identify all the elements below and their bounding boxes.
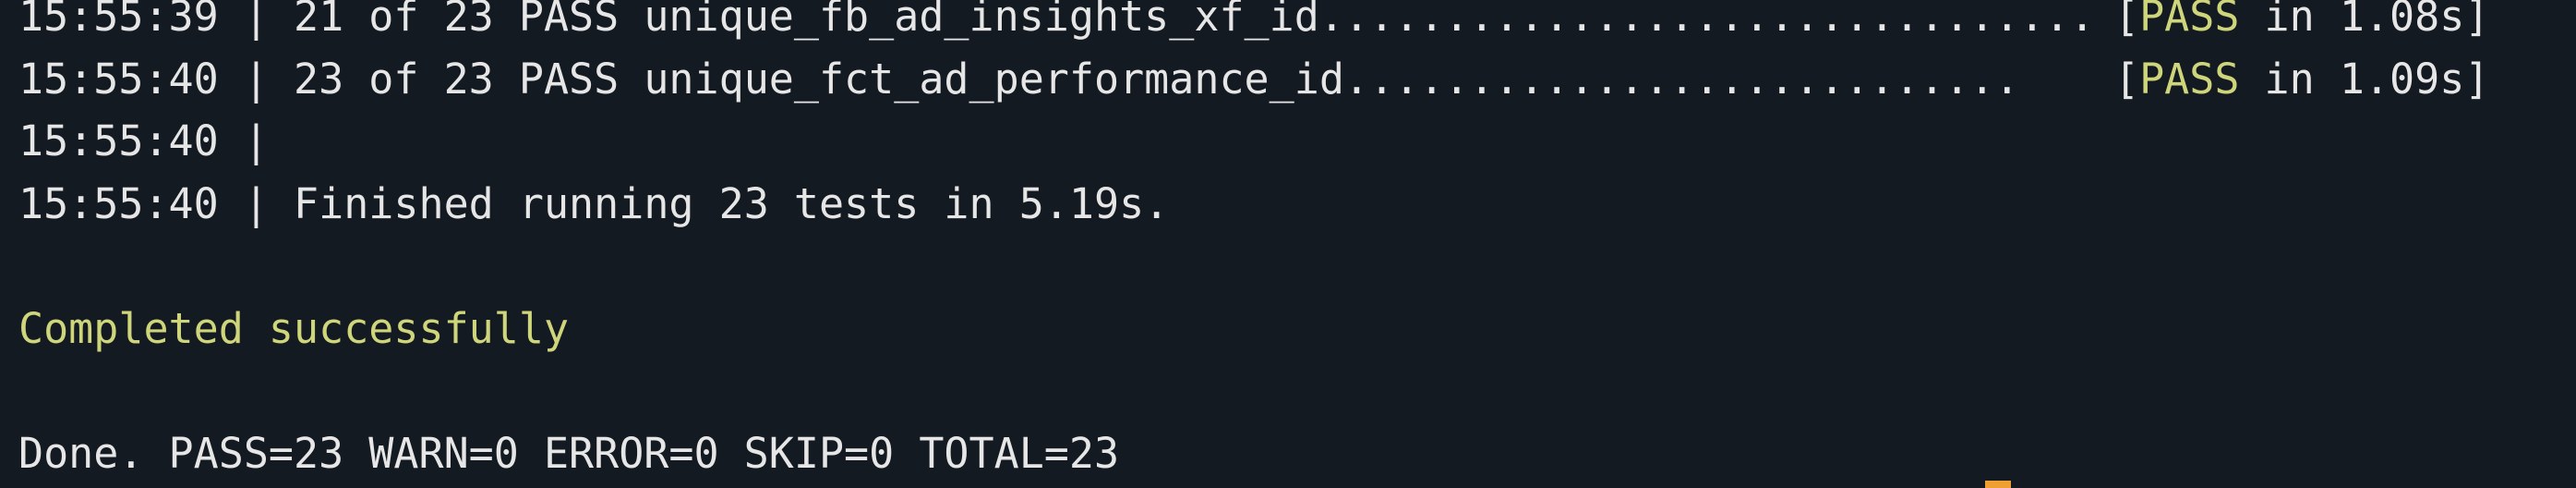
- log-timestamp: 15:55:40: [18, 116, 219, 165]
- terminal-output: 15:55:39 | 21 of 23 PASS unique_fb_ad_in…: [18, 0, 2576, 484]
- result-duration: in 1.08s]: [2239, 0, 2490, 41]
- result-duration: in 1.09s]: [2239, 54, 2490, 104]
- log-result: [PASS in 1.08s]: [2114, 0, 2489, 48]
- result-status-pass: PASS: [2139, 54, 2240, 104]
- log-separator: |: [218, 178, 295, 228]
- summary-line: Done. PASS=23 WARN=0 ERROR=0 SKIP=0 TOTA…: [18, 428, 1120, 478]
- result-status-pass: PASS: [2139, 0, 2240, 41]
- log-line: 15:55:40 |: [18, 110, 2576, 173]
- log-message: 23 of 23 PASS unique_fct_ad_performance_…: [294, 54, 2020, 104]
- log-separator: |: [218, 116, 269, 165]
- log-result: [PASS in 1.09s]: [2114, 48, 2489, 111]
- log-separator: |: [218, 0, 295, 41]
- status-message: Completed successfully: [18, 303, 570, 353]
- log-separator: |: [218, 54, 295, 104]
- cursor-indicator: [1985, 481, 2011, 488]
- log-line: 15:55:40 | 23 of 23 PASS unique_fct_ad_p…: [18, 48, 2576, 111]
- result-open-bracket: [: [2114, 0, 2140, 41]
- log-line: 15:55:40 | Finished running 23 tests in …: [18, 173, 2576, 236]
- terminal-window[interactable]: 15:55:39 | 21 of 23 PASS unique_fb_ad_in…: [0, 0, 2576, 488]
- log-timestamp: 15:55:39: [18, 0, 219, 41]
- result-open-bracket: [: [2114, 54, 2140, 104]
- log-line: 15:55:39 | 21 of 23 PASS unique_fb_ad_in…: [18, 0, 2576, 48]
- log-timestamp: 15:55:40: [18, 178, 219, 228]
- log-message: Finished running 23 tests in 5.19s.: [294, 178, 1170, 228]
- log-timestamp: 15:55:40: [18, 54, 219, 104]
- log-message: 21 of 23 PASS unique_fb_ad_insights_xf_i…: [294, 0, 2095, 41]
